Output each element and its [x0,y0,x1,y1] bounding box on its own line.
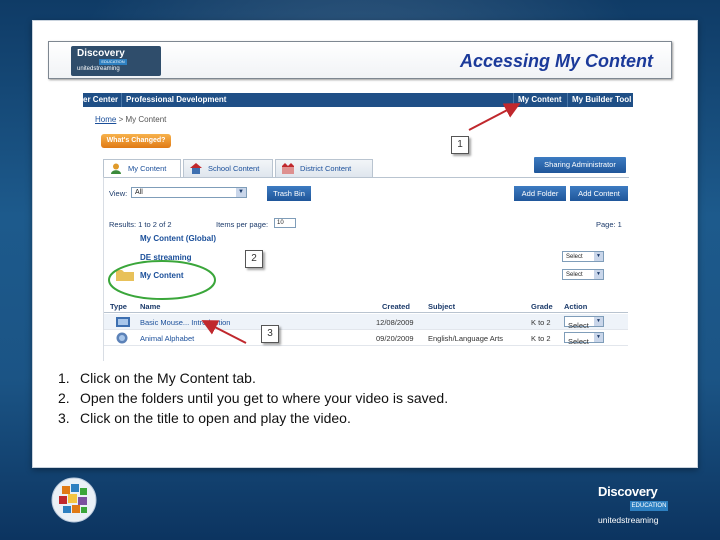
arrow-to-video-title [201,320,247,344]
arrow-to-my-content-nav [468,103,521,131]
instruction-item: 1. Click on the My Content tab. [54,368,614,388]
instruction-text: Open the folders until you get to where … [80,390,449,406]
slide-panel: Discovery EDUCATION unitedstreaming Acce… [32,20,698,468]
instruction-number: 2. [58,390,70,406]
instruction-text: Click on the title to open and play the … [80,410,351,426]
instruction-number: 3. [58,410,70,426]
instruction-number: 1. [58,370,70,386]
instruction-text: Click on the My Content tab. [80,370,256,386]
instruction-item: 2. Open the folders until you get to wher… [54,388,614,408]
instruction-list: 1. Click on the My Content tab. 2. Open th… [54,368,614,428]
brand-line3: unitedstreaming [598,515,659,525]
instruction-item: 3. Click on the title to open and play th… [54,408,614,428]
brand-line1: Discovery [598,484,658,499]
globe-logo-icon [51,477,97,523]
brand-line2: EDUCATION [630,501,668,511]
discovery-education-logo: Discovery EDUCATION unitedstreaming [594,484,674,528]
